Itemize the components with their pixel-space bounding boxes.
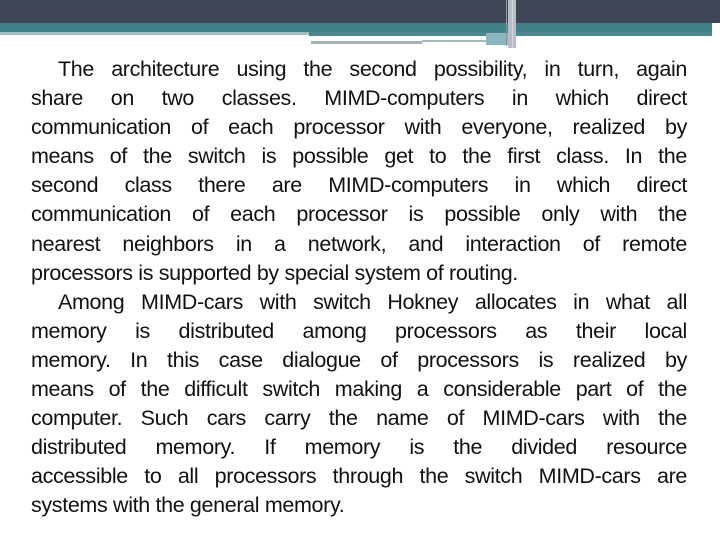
text-line: communication of each processor with eve… <box>31 115 687 140</box>
text-line: The architecture using the second possib… <box>58 57 687 81</box>
paragraph-1: The architecture using the second possib… <box>31 55 687 288</box>
header-gray-bar <box>311 41 422 44</box>
header-light-strip <box>0 32 310 35</box>
header-gray-bar-secondary <box>422 40 487 42</box>
text-line: nearest neighbors in a network, and inte… <box>31 231 687 256</box>
text-line: computer. Such cars carry the name of MI… <box>31 406 687 431</box>
text-line: memory is distributed among processors a… <box>31 318 687 343</box>
text-line: Among MIMD-cars with switch Hokney alloc… <box>58 289 687 314</box>
paragraph-2: Among MIMD-cars with switch Hokney alloc… <box>31 288 687 521</box>
text-line: share on two classes. MIMD-computers in … <box>31 86 687 111</box>
slide-body-text: The architecture using the second possib… <box>31 55 687 521</box>
text-line: means of the difficult switch making a c… <box>31 377 687 402</box>
text-line: accessible to all processors through the… <box>31 464 687 489</box>
header-dark-band <box>0 0 720 23</box>
text-line: distributed memory. If memory is the div… <box>31 435 687 460</box>
header-edge-line <box>506 0 507 46</box>
text-line: second class there are MIMD-computers in… <box>31 173 687 198</box>
text-line: memory. In this case dialogue of process… <box>31 347 687 372</box>
text-line: processors is supported by special syste… <box>31 260 518 285</box>
header-teal-light-block <box>486 33 508 45</box>
text-line: communication of each processor is possi… <box>31 202 687 227</box>
text-line: means of the switch is possible get to t… <box>31 144 687 169</box>
header-edge-line-light <box>512 0 513 48</box>
text-line: systems with the general memory. <box>31 493 345 518</box>
